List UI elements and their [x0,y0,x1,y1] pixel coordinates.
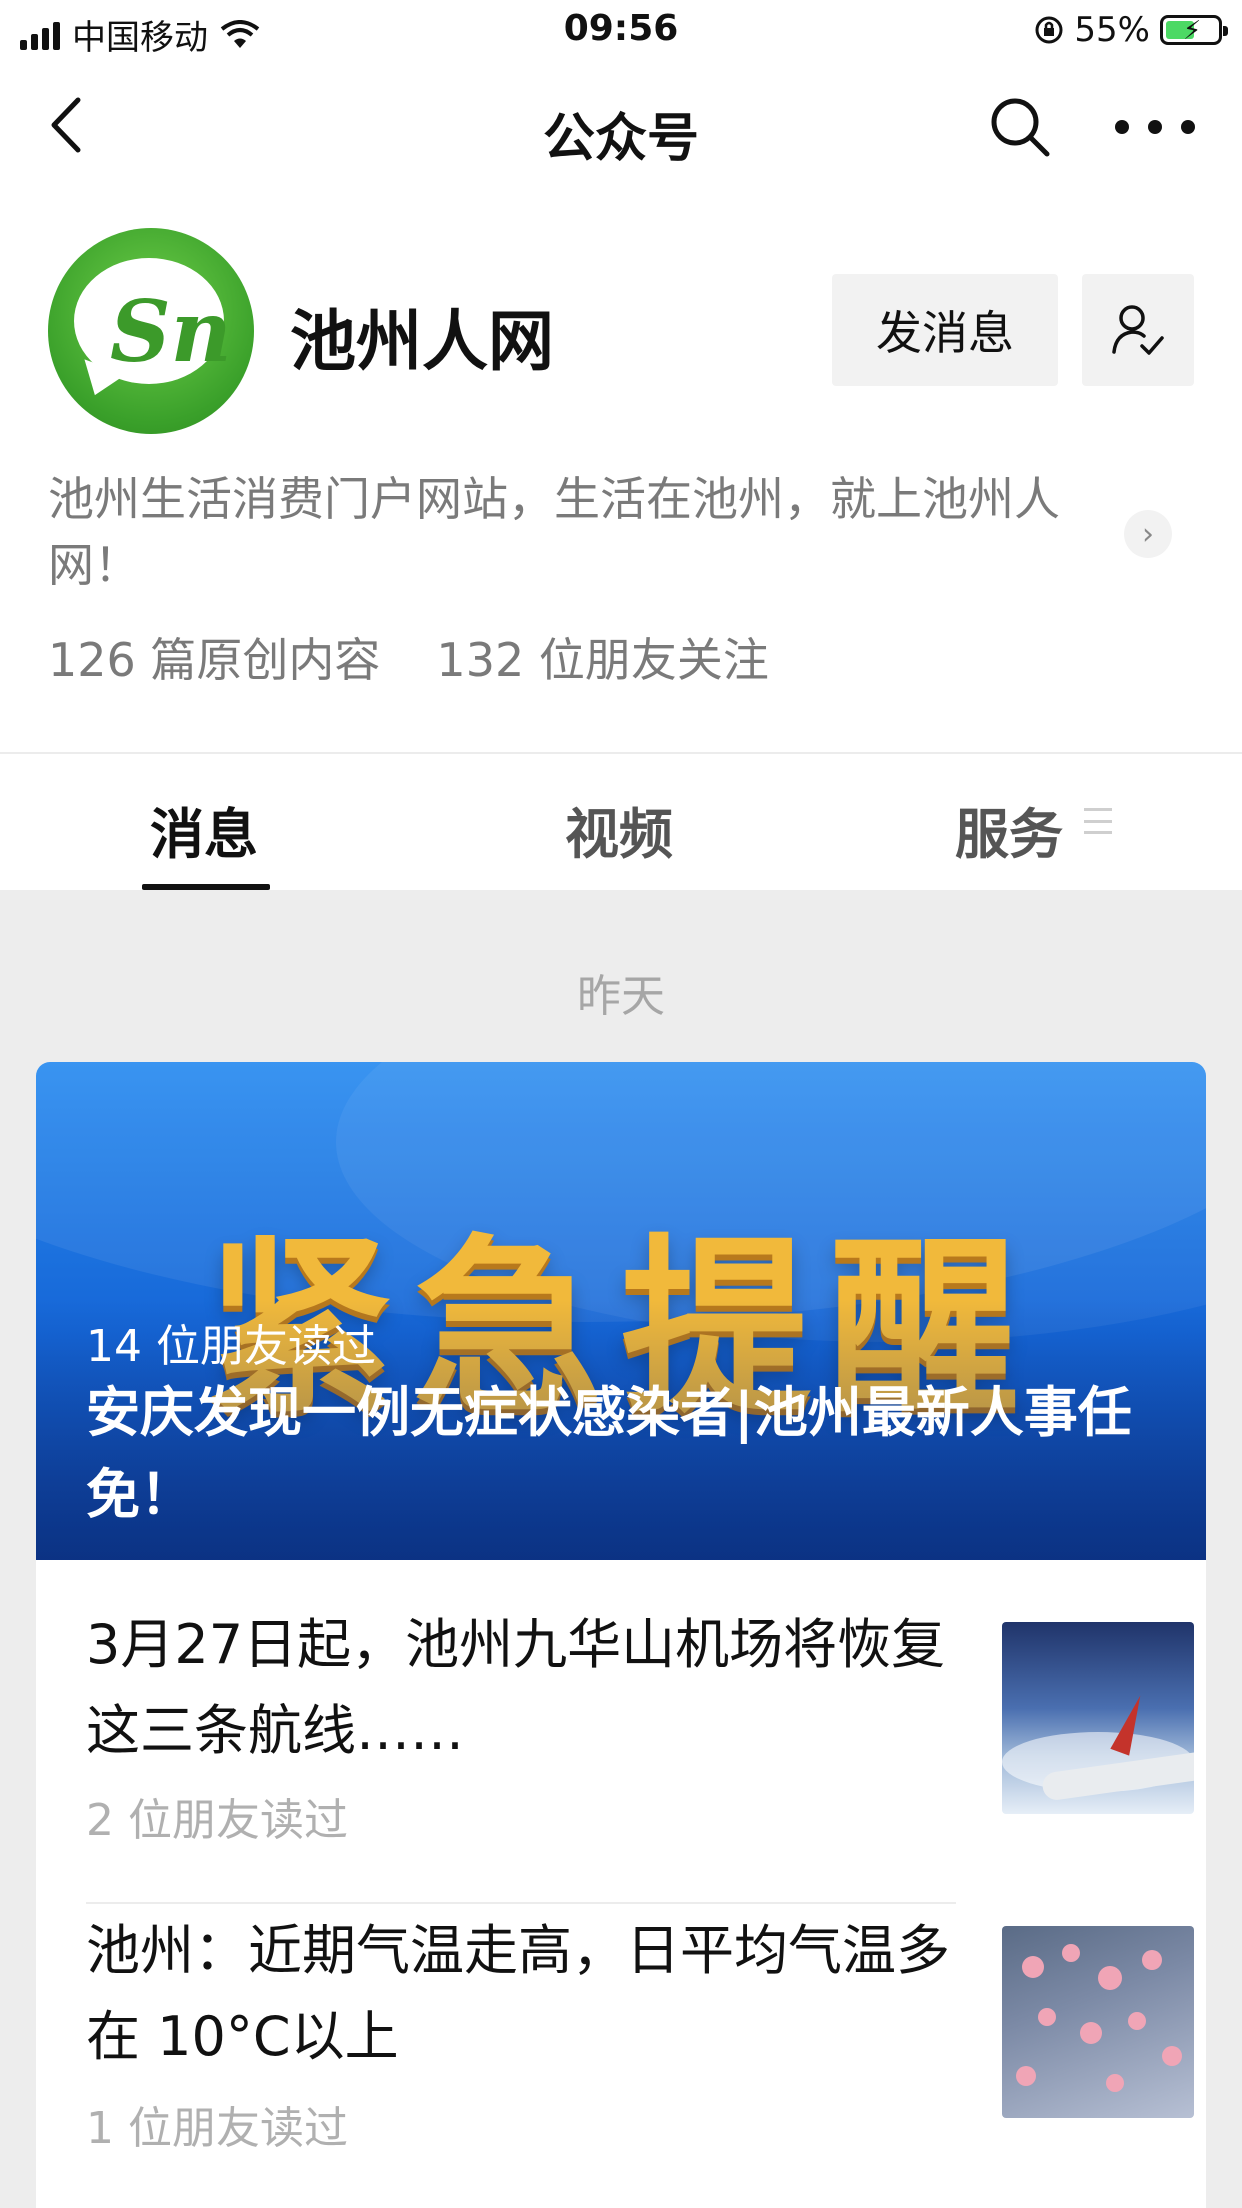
follow-status-button[interactable] [1082,274,1194,386]
search-icon[interactable] [985,92,1055,162]
more-icon[interactable] [1115,92,1195,162]
date-label: 昨天 [577,971,665,1022]
article-card: 紧急提醒 14 位朋友读过 安庆发现一例无症状感染者|池州最新人事任免！ 3月2… [36,1062,1206,2208]
message-feed: 昨天 紧急提醒 14 位朋友读过 安庆发现一例无症状感染者|池州最新人事任免！ … [0,890,1242,2208]
logo-mark: Sn [110,282,232,381]
battery-percent: 55% [1074,10,1150,50]
article-read-count: 1 位朋友读过 [86,2103,348,2154]
page-title: 公众号 [542,109,699,169]
tab-videos[interactable]: 视频 [565,790,673,869]
original-content-count[interactable]: 126 篇原创内容 [48,624,380,690]
divider [86,1902,956,1904]
more-dot [1181,120,1195,134]
airplane-wing-photo [1002,1622,1194,1814]
article-title: 池州：近期气温走高，日平均气温多在 10°C以上 [86,1919,950,2068]
chevron-right-icon[interactable]: › [1124,510,1172,558]
list-item[interactable]: 3月27日起，池州九华山机场将恢复这三条航线…… 2 位朋友读过 [86,1602,1194,1904]
divider [0,752,1242,754]
plum-blossom-photo [1002,1926,1194,2118]
hero-article[interactable]: 紧急提醒 14 位朋友读过 安庆发现一例无症状感染者|池州最新人事任免！ [36,1062,1206,1560]
hero-article-title: 安庆发现一例无症状感染者|池州最新人事任免！ [86,1381,1132,1526]
account-name: 池州人网 [290,303,554,380]
wechat-official-account-page: 中国移动 09:56 55% ⚡ 公众号 Sn 池州人网 发消息 池州生活消费门… [0,0,1242,2208]
status-bar: 中国移动 09:56 55% ⚡ [0,0,1242,62]
hero-read-count: 14 位朋友读过 [86,1321,376,1372]
account-description[interactable]: 池州生活消费门户网站，生活在池州，就上池州人网！ [48,466,1108,598]
status-right: 55% ⚡ [1034,10,1228,50]
article-read-count: 2 位朋友读过 [86,1795,348,1846]
account-avatar[interactable]: Sn [48,228,254,434]
list-item[interactable]: 池州：近期气温走高，日平均气温多在 10°C以上 1 位朋友读过 [86,1908,1194,2208]
nav-bar: 公众号 [0,62,1242,192]
rotation-lock-icon [1035,16,1063,44]
tab-messages[interactable]: 消息 [150,790,258,869]
account-stats: 126 篇原创内容 132 位朋友关注 [48,624,769,690]
more-dot [1115,120,1129,134]
menu-icon [1084,808,1112,834]
charging-bolt-icon: ⚡ [1183,16,1202,46]
followers-count[interactable]: 132 位朋友关注 [436,624,768,690]
person-check-icon [1112,305,1164,355]
battery-charging-icon: ⚡ [1160,15,1228,46]
send-message-button[interactable]: 发消息 [832,274,1058,386]
tab-services[interactable]: 服务 [955,790,1063,869]
article-title: 3月27日起，池州九华山机场将恢复这三条航线…… [86,1613,946,1762]
more-dot [1148,120,1162,134]
